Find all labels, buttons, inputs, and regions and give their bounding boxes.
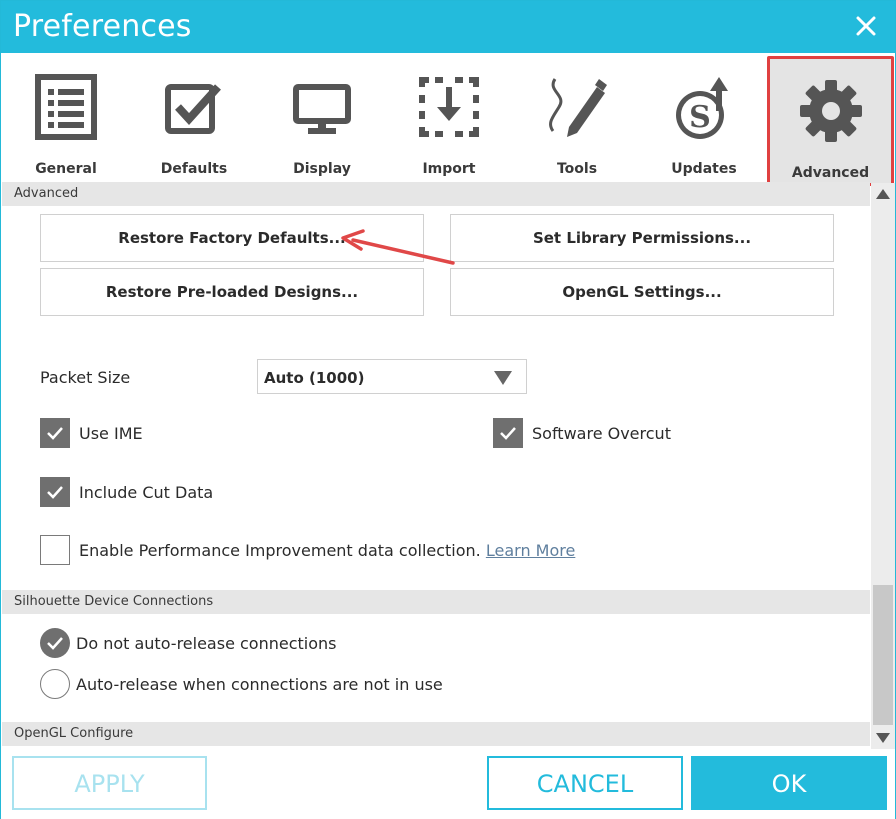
tab-advanced[interactable]: Advanced	[767, 56, 894, 186]
tab-display-label: Display	[293, 161, 351, 177]
tab-defaults[interactable]: Defaults	[134, 53, 254, 183]
updates-icon: S	[672, 73, 736, 141]
scrollbar-thumb[interactable]	[873, 585, 893, 725]
display-monitor-icon	[290, 73, 354, 141]
include-cut-data-checkbox[interactable]	[40, 477, 70, 507]
tab-tools-label: Tools	[556, 161, 598, 177]
gear-icon	[799, 77, 863, 145]
radio-auto-release[interactable]	[40, 669, 70, 699]
close-icon[interactable]	[853, 13, 879, 39]
use-ime-label: Use IME	[79, 424, 143, 443]
dialog-footer: APPLY CANCEL OK	[1, 749, 895, 819]
packet-size-value: Auto (1000)	[264, 369, 365, 387]
tab-updates[interactable]: S Updates	[644, 53, 764, 183]
tab-defaults-label: Defaults	[160, 161, 228, 177]
checkmark-icon	[500, 427, 516, 440]
tab-updates-label: Updates	[671, 161, 737, 177]
vertical-scrollbar[interactable]	[871, 183, 895, 749]
software-overcut-checkbox[interactable]	[493, 418, 523, 448]
use-ime-checkbox[interactable]	[40, 418, 70, 448]
checkmark-icon	[47, 486, 63, 499]
apply-button[interactable]: APPLY	[12, 756, 207, 810]
dropdown-arrow-icon	[494, 371, 512, 385]
ok-button[interactable]: OK	[691, 756, 887, 810]
preferences-window: Preferences General Defaults Display Imp…	[0, 0, 896, 819]
enable-performance-checkbox[interactable]	[40, 535, 70, 565]
restore-preloaded-designs-button[interactable]: Restore Pre-loaded Designs...	[40, 268, 424, 316]
cancel-button[interactable]: CANCEL	[487, 756, 683, 810]
tab-tools[interactable]: Tools	[517, 53, 637, 183]
radio-do-not-auto-release[interactable]	[40, 628, 70, 658]
tab-advanced-label: Advanced	[791, 165, 870, 181]
checkmark-icon	[47, 637, 63, 650]
window-title: Preferences	[13, 9, 192, 44]
checkmark-icon	[47, 427, 63, 440]
section-header-device-connections: Silhouette Device Connections	[2, 590, 870, 614]
opengl-settings-button[interactable]: OpenGL Settings...	[450, 268, 834, 316]
restore-factory-defaults-button[interactable]: Restore Factory Defaults...	[40, 214, 424, 262]
defaults-check-icon	[162, 73, 226, 141]
packet-size-label: Packet Size	[40, 368, 131, 387]
section-header-advanced: Advanced	[2, 182, 870, 206]
include-cut-data-label: Include Cut Data	[79, 483, 214, 502]
tab-import-label: Import	[422, 161, 476, 177]
tools-pen-icon	[545, 73, 609, 141]
tab-general[interactable]: General	[6, 53, 126, 183]
tab-import[interactable]: Import	[389, 53, 509, 183]
packet-size-select[interactable]: Auto (1000)	[257, 359, 527, 394]
enable-performance-label: Enable Performance Improvement data coll…	[79, 541, 575, 560]
title-bar: Preferences	[1, 1, 895, 53]
import-icon	[417, 73, 481, 141]
section-header-opengl-configure: OpenGL Configure	[2, 722, 870, 746]
tab-general-label: General	[35, 161, 97, 177]
tab-display[interactable]: Display	[262, 53, 382, 183]
set-library-permissions-button[interactable]: Set Library Permissions...	[450, 214, 834, 262]
svg-text:S: S	[689, 100, 711, 135]
software-overcut-label: Software Overcut	[532, 424, 671, 443]
general-list-icon	[34, 73, 98, 141]
scroll-up-arrow-icon[interactable]	[871, 183, 895, 205]
preferences-toolbar: General Defaults Display Import Tools S …	[1, 53, 895, 186]
scroll-down-arrow-icon[interactable]	[871, 727, 895, 749]
radio-auto-release-label: Auto-release when connections are not in…	[76, 675, 443, 694]
enable-performance-text: Enable Performance Improvement data coll…	[79, 541, 481, 560]
learn-more-link[interactable]: Learn More	[486, 541, 575, 560]
radio-do-not-auto-release-label: Do not auto-release connections	[76, 634, 337, 653]
